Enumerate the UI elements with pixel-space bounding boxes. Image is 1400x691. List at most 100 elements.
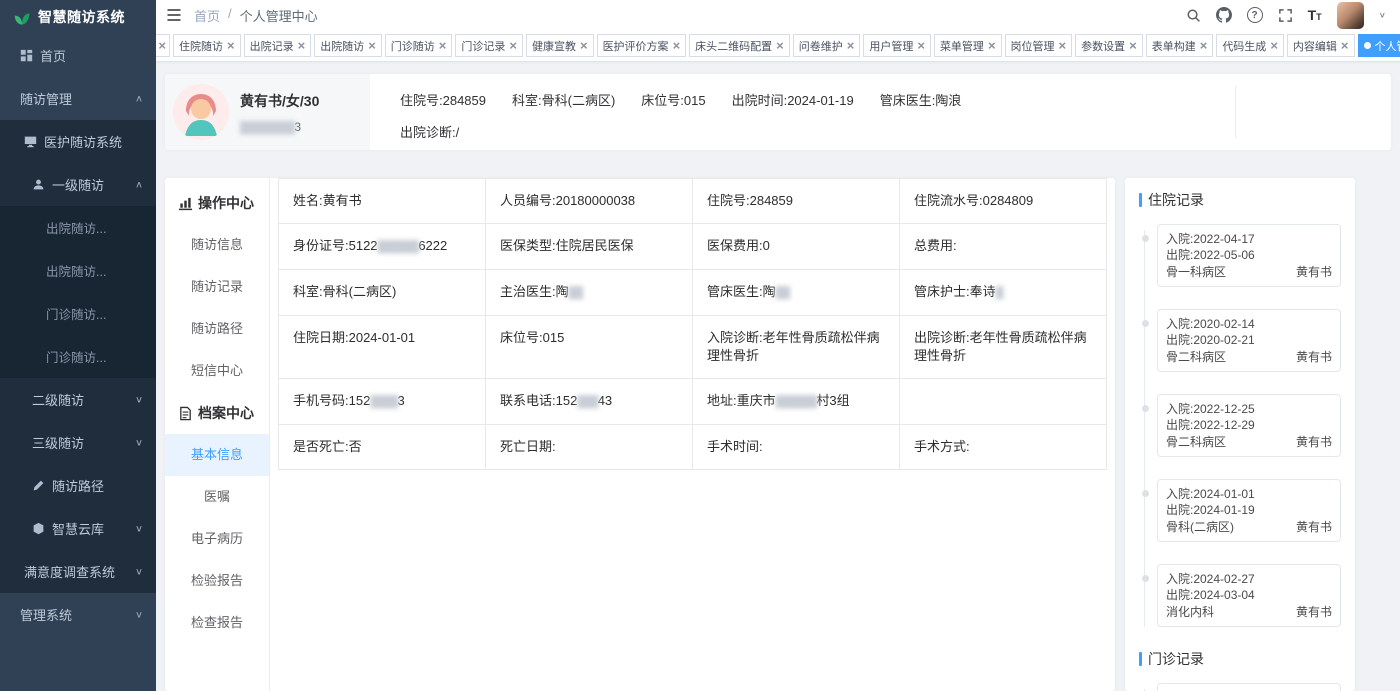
tab-close-icon[interactable]: ×	[847, 39, 855, 52]
hospital-record[interactable]: 入院:2020-02-14出院:2020-02-21骨二科病区黄有书	[1157, 309, 1341, 372]
tab[interactable]: 健康宣教 ×	[526, 34, 594, 57]
record-menu-item[interactable]: 医嘱	[165, 476, 269, 518]
tab[interactable]: 问卷维护 ×	[793, 34, 861, 57]
cell-text: 住院流水号:0284809	[914, 193, 1033, 208]
tab-close-icon[interactable]: ×	[368, 39, 376, 52]
record-menu-item[interactable]: 检验报告	[165, 560, 269, 602]
sidebar-item[interactable]: 满意度调查系统∨	[0, 550, 156, 593]
caret-down-icon[interactable]: ∨	[1379, 10, 1386, 21]
tab-label: 健康宣教	[532, 38, 576, 54]
hospital-record[interactable]: 入院:2024-01-01出院:2024-01-19骨科(二病区)黄有书	[1157, 479, 1341, 542]
help-icon[interactable]: ?	[1247, 7, 1263, 23]
sidebar-item[interactable]: 三级随访∨	[0, 421, 156, 464]
fullscreen-icon[interactable]	[1278, 8, 1293, 23]
tab[interactable]: 表单构建×	[1146, 34, 1214, 57]
tab[interactable]: 住院随访×	[173, 34, 241, 57]
tab[interactable]: 内容编辑×	[1287, 34, 1355, 57]
tab[interactable]: 代码生成×	[1216, 34, 1284, 57]
sidebar-item[interactable]: 出院随访...	[0, 206, 156, 249]
tab[interactable]: 参数设置×	[1075, 34, 1143, 57]
active-tab-dot	[1364, 42, 1371, 49]
tab-active[interactable]: 个人管理中心×	[1358, 34, 1400, 57]
sidebar-item[interactable]: 管理系统∨	[0, 593, 156, 636]
font-size-icon[interactable]: TT	[1308, 7, 1322, 23]
record-menu-item[interactable]: 随访记录	[165, 266, 269, 308]
sidebar-item[interactable]: 医护随访系统	[0, 120, 156, 163]
user-icon	[32, 178, 45, 191]
sidebar-item[interactable]: 随访路径	[0, 464, 156, 507]
cell-text: 主治医生:陶	[500, 284, 569, 299]
table-cell: 入院诊断:老年性骨质疏松伴病理性骨折	[693, 316, 900, 379]
hospital-record[interactable]: 入院:2024-02-27出院:2024-03-04消化内科黄有书	[1157, 564, 1341, 627]
record-menu-item[interactable]: 电子病历	[165, 518, 269, 560]
tab-close-icon[interactable]: ×	[1059, 39, 1067, 52]
cell-text: 医保类型:住院居民医保	[500, 238, 634, 253]
tab[interactable]: 出院记录×	[244, 34, 312, 57]
record-footer: 骨科(二病区)黄有书	[1166, 519, 1332, 535]
search-icon[interactable]	[1186, 8, 1201, 23]
tab-close-icon[interactable]: ×	[776, 39, 784, 52]
tab-close-icon[interactable]: ×	[673, 39, 681, 52]
tab-close-icon[interactable]: ×	[227, 39, 235, 52]
app-logo[interactable]: 智慧随访系统	[0, 0, 156, 34]
cell-text: 地址:重庆市	[707, 393, 776, 408]
sidebar-item[interactable]: 出院随访...	[0, 249, 156, 292]
table-cell: 出院诊断:老年性骨质疏松伴病理性骨折	[900, 316, 1107, 379]
breadcrumb-home[interactable]: 首页	[194, 6, 220, 25]
tab[interactable]: 用户管理×	[863, 34, 931, 57]
record-menu-item[interactable]: 随访路径	[165, 308, 269, 350]
sidebar-item[interactable]: 门诊随访...	[0, 292, 156, 335]
tab-close-icon[interactable]: ×	[580, 39, 588, 52]
tab[interactable]: ×	[156, 34, 170, 57]
tab-close-icon[interactable]: ×	[917, 39, 925, 52]
tab-close-icon[interactable]: ×	[1270, 39, 1278, 52]
record-menu-item[interactable]: 短信中心	[165, 350, 269, 392]
tab-close-icon[interactable]: ×	[298, 39, 306, 52]
tab[interactable]: 门诊随访 ×	[385, 34, 453, 57]
tab-close-icon[interactable]: ×	[509, 39, 517, 52]
table-cell: 总费用:	[900, 224, 1107, 270]
record-menu-item[interactable]: 随访信息	[165, 224, 269, 266]
tab-label: 问卷维护	[799, 38, 843, 54]
sidebar-item[interactable]: 一级随访∧	[0, 163, 156, 206]
github-icon[interactable]	[1216, 7, 1232, 23]
record-dept: 骨一科病区	[1166, 264, 1226, 280]
record-menu-item[interactable]: 基本信息	[165, 434, 269, 476]
sidebar-item-label: 二级随访	[32, 390, 84, 409]
sidebar-item[interactable]: 智慧云库∨	[0, 507, 156, 550]
patient-summary-line1: 住院号:284859科室:骨科(二病区)床位号:015出院时间:2024-01-…	[400, 90, 1391, 109]
patient-summary-line2: 出院诊断:/	[400, 122, 1391, 141]
redacted-text: ████	[370, 396, 397, 408]
avatar[interactable]	[1337, 2, 1364, 29]
tab-close-icon[interactable]: ×	[1200, 39, 1208, 52]
hamburger-icon[interactable]	[166, 7, 182, 23]
sidebar-item[interactable]: 随访管理∧	[0, 77, 156, 120]
tab-close-icon[interactable]: ×	[988, 39, 996, 52]
sidebar-item[interactable]: 首页	[0, 34, 156, 77]
table-cell: 医保类型:住院居民医保	[486, 224, 693, 270]
cell-text: 管床护士:奉诗	[914, 284, 996, 299]
tab-close-icon[interactable]: ×	[439, 39, 447, 52]
cell-text: 手术方式:	[914, 439, 970, 454]
breadcrumb-current: 个人管理中心	[240, 6, 318, 25]
tab[interactable]: 医护评价方案×	[597, 34, 687, 57]
tab-label: 门诊随访	[391, 38, 435, 54]
tab[interactable]: 出院随访×	[314, 34, 382, 57]
hospital-record[interactable]: 入院:2022-12-25出院:2022-12-29骨二科病区黄有书	[1157, 394, 1341, 457]
sidebar-item[interactable]: 二级随访∨	[0, 378, 156, 421]
hospital-record[interactable]: 入院:2022-04-17出院:2022-05-06骨一科病区黄有书	[1157, 224, 1341, 287]
tab[interactable]: 床头二维码配置×	[689, 34, 790, 57]
outpatient-record[interactable]: 门诊:2024-01-01	[1157, 683, 1341, 691]
record-menu-item[interactable]: 检查报告	[165, 602, 269, 644]
sidebar-item[interactable]: 门诊随访...	[0, 335, 156, 378]
patient-field: 出院诊断:/	[400, 122, 459, 141]
record-line: 出院:2022-12-29	[1166, 417, 1332, 433]
tab[interactable]: 岗位管理×	[1005, 34, 1073, 57]
tab-close-icon[interactable]: ×	[1341, 39, 1349, 52]
content-row: 操作中心随访信息随访记录随访路径短信中心档案中心基本信息医嘱电子病历检验报告检查…	[165, 178, 1391, 691]
tab-close-icon[interactable]: ×	[158, 39, 166, 52]
patient-field: 床位号:015	[641, 90, 705, 109]
tab[interactable]: 门诊记录×	[455, 34, 523, 57]
tab-close-icon[interactable]: ×	[1129, 39, 1137, 52]
tab[interactable]: 菜单管理×	[934, 34, 1002, 57]
